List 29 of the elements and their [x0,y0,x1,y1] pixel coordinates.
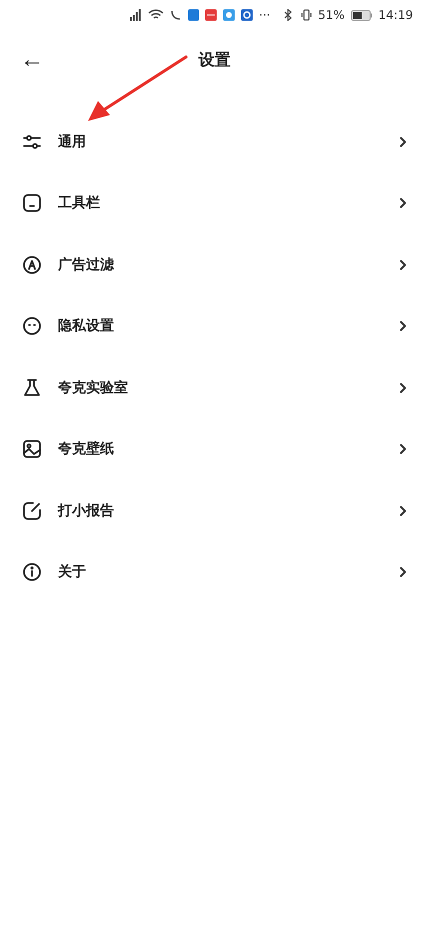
clock-time: 14:19 [378,8,413,22]
battery-icon [350,10,372,20]
call-icon [170,9,182,21]
chevron-icon [399,504,407,517]
flask-icon [22,378,42,398]
chevron-icon [399,197,407,210]
chevron-icon [399,258,407,271]
more-notifications: ··· [258,8,270,22]
info-icon [22,562,42,582]
edit-icon [22,500,42,521]
app-icon [205,9,218,21]
toolbar-icon [22,193,42,214]
ad-filter-icon [22,254,42,275]
chevron-icon [399,136,407,148]
wifi-icon [148,9,164,21]
image-icon [22,439,42,460]
chevron-icon [399,382,407,394]
chevron-icon [399,566,407,578]
face-icon [22,316,42,336]
app-icon [241,9,253,21]
chevron-icon [399,443,407,456]
vibrate-icon [300,9,312,21]
app-icon [188,9,200,21]
chevron-icon [399,320,407,332]
page-title: 设置 [198,50,230,68]
app-icon [223,9,236,21]
bluetooth-icon [282,9,294,21]
battery-percent: 51% [318,8,345,22]
back-button[interactable]: ← [0,46,56,74]
